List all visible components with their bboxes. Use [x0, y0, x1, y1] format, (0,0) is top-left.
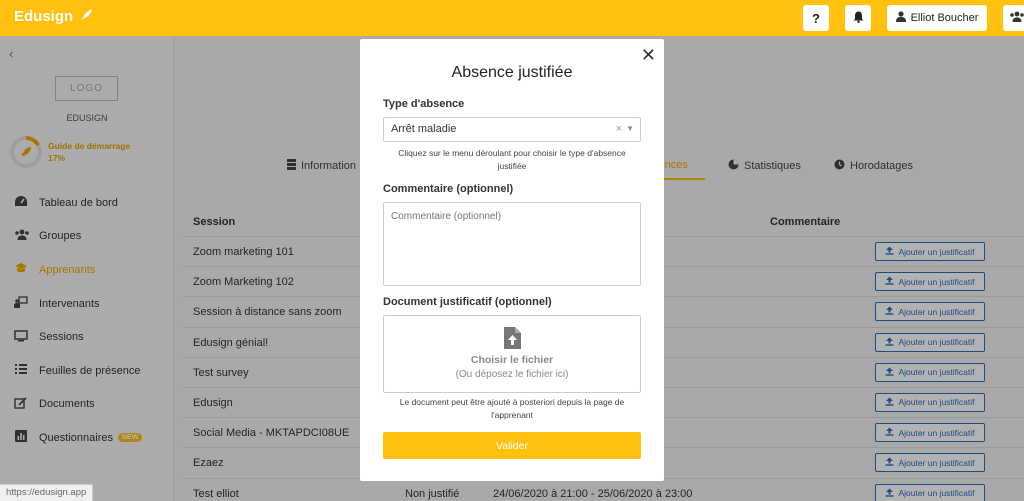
user-icon	[895, 11, 906, 25]
choose-file-label: Choisir le fichier	[470, 354, 554, 366]
close-icon[interactable]: ✕	[641, 45, 656, 66]
justified-absence-modal: ✕ Absence justifiée Type d'absence Arrêt…	[360, 39, 664, 481]
help-label: ?	[812, 10, 820, 26]
absence-type-select[interactable]: Arrêt maladie × ▼	[383, 117, 641, 142]
bell-icon	[853, 11, 864, 26]
absence-type-hint: Cliquez sur le menu déroulant pour chois…	[398, 148, 626, 171]
file-dropzone[interactable]: Choisir le fichier (Ou déposez le fichie…	[383, 315, 641, 393]
modal-title: Absence justifiée	[451, 64, 573, 81]
absence-type-label: Type d'absence	[383, 98, 465, 110]
users-button[interactable]	[1003, 5, 1024, 31]
validate-button[interactable]: Valider	[383, 432, 641, 459]
document-label: Document justificatif (optionnel)	[383, 296, 552, 308]
user-menu-button[interactable]: Elliot Boucher	[887, 5, 987, 31]
comment-textarea[interactable]	[383, 202, 641, 286]
validate-label: Valider	[496, 439, 528, 452]
file-upload-icon	[384, 327, 640, 349]
users-icon	[1009, 11, 1024, 25]
clear-selection-icon[interactable]: ×	[616, 123, 622, 135]
status-bar-url: https://edusign.app	[0, 484, 94, 501]
notifications-button[interactable]	[845, 5, 871, 31]
comment-label: Commentaire (optionnel)	[383, 183, 514, 195]
absence-type-value: Arrêt maladie	[391, 123, 457, 135]
chevron-down-icon[interactable]: ▼	[626, 124, 634, 133]
document-hint: Le document peut être ajouté à posterior…	[399, 397, 625, 420]
user-name: Elliot Boucher	[910, 12, 979, 24]
feather-icon	[79, 8, 93, 25]
brand-name: Edusign	[14, 8, 74, 25]
brand-logo[interactable]: Edusign	[14, 8, 93, 25]
drop-file-label: (Ou déposez le fichier ici)	[455, 369, 569, 380]
help-button[interactable]: ?	[803, 5, 829, 31]
top-bar: Edusign ? Elliot Boucher	[0, 0, 1024, 36]
